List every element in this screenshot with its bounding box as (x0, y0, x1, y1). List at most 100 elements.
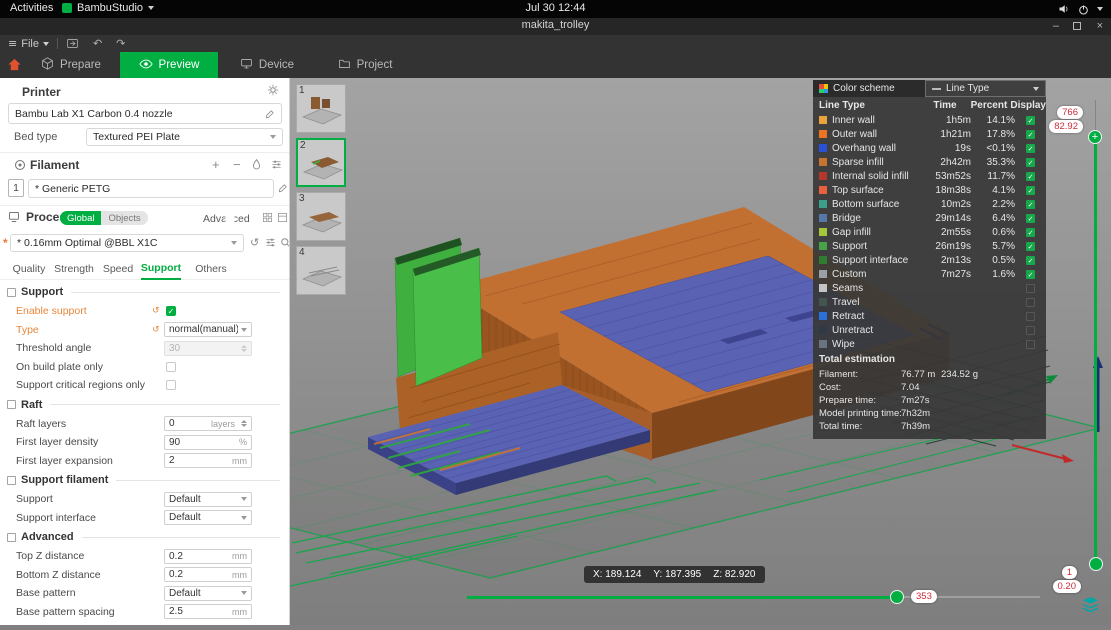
layer-slider-range[interactable] (1094, 144, 1097, 562)
checkbox[interactable] (166, 361, 176, 372)
param-tab-others[interactable]: Others (194, 258, 228, 280)
activities-button[interactable]: Activities (10, 2, 53, 14)
plate-thumbnail-1[interactable]: 1 (296, 84, 346, 133)
layer-slider-top-handle[interactable]: + (1088, 130, 1102, 144)
select-field[interactable]: Default (164, 585, 252, 601)
tab-preview[interactable]: Preview (120, 52, 218, 78)
printer-settings-gear-icon[interactable] (267, 84, 279, 96)
undo-button[interactable]: ↶ (93, 37, 102, 50)
display-checkbox[interactable]: ✓ (1026, 213, 1035, 223)
input-field[interactable]: 0.2 mm (164, 548, 252, 564)
process-preset-select[interactable]: * 0.16mm Optimal @BBL X1C (10, 234, 244, 252)
tab-label: Preview (158, 59, 200, 71)
process-scope-toggle[interactable]: Global Objects (60, 211, 148, 225)
display-cell: ✓ (1015, 255, 1046, 265)
move-slider-progress[interactable] (467, 595, 897, 599)
spinner-arrows[interactable] (241, 420, 247, 428)
input-field[interactable]: 90% (164, 434, 252, 450)
tab-project[interactable]: Project (316, 52, 414, 78)
layer-slider-bottom-handle[interactable] (1089, 557, 1103, 571)
display-checkbox[interactable]: ✓ (1026, 199, 1035, 209)
display-checkbox[interactable]: ✓ (1026, 185, 1035, 195)
bed-type-select[interactable]: Textured PEI Plate (86, 128, 283, 146)
display-checkbox[interactable] (1026, 283, 1035, 293)
select-field[interactable]: Default (164, 510, 252, 526)
checkbox[interactable] (166, 380, 176, 391)
filament-settings-icon[interactable] (271, 159, 282, 170)
search-icon[interactable] (280, 237, 289, 248)
spinner-arrows[interactable] (241, 344, 247, 352)
param-tab-strength[interactable]: Strength (52, 258, 96, 280)
display-checkbox[interactable] (1026, 325, 1035, 335)
param-tab-quality[interactable]: Quality (10, 258, 48, 280)
setting-row: Bottom Z distance 0.2 mm (0, 566, 289, 585)
edit-pencil-icon[interactable] (265, 109, 275, 119)
open-project-button[interactable] (66, 37, 79, 50)
spin-field[interactable]: 30 (164, 340, 252, 356)
input-field[interactable]: 2.5 mm (164, 604, 252, 620)
printer-select[interactable]: Bambu Lab X1 Carbon 0.4 nozzle (8, 103, 282, 124)
display-checkbox[interactable]: ✓ (1026, 143, 1035, 153)
display-checkbox[interactable]: ✓ (1026, 255, 1035, 265)
display-checkbox[interactable]: ✓ (1026, 171, 1035, 181)
display-checkbox[interactable] (1026, 339, 1035, 349)
printer-section-title: Printer (22, 85, 61, 99)
input-field[interactable]: 0.2 mm (164, 567, 252, 583)
layers-icon[interactable] (1082, 596, 1099, 618)
display-checkbox[interactable]: ✓ (1026, 115, 1035, 125)
color-scheme-tab[interactable]: Color scheme (813, 80, 925, 97)
select-field[interactable]: Default (164, 491, 252, 507)
reset-to-default-icon[interactable]: ↺ (152, 325, 164, 335)
edit-filament-pencil-icon[interactable] (278, 183, 288, 193)
filament-select[interactable]: * Generic PETG (28, 179, 274, 198)
grid-icon[interactable] (262, 212, 273, 223)
select-field[interactable]: normal(manual) (164, 322, 252, 338)
window-title-bar: makita_trolley – × (0, 18, 1111, 35)
home-tab[interactable] (7, 57, 22, 77)
line-type-time: 10m2s (940, 198, 971, 210)
file-menu[interactable]: ≡ File (8, 37, 49, 50)
reset-to-default-icon[interactable]: ↺ (152, 306, 164, 316)
display-checkbox[interactable]: ✓ (1026, 269, 1035, 279)
plate-thumbnail-2[interactable]: 2 (296, 138, 346, 187)
add-filament-button[interactable]: + (212, 157, 220, 172)
plate-thumbnail-4[interactable]: 4 (296, 246, 346, 295)
input-value: 0.2 (169, 569, 183, 581)
filament-index-badge[interactable]: 1 (8, 179, 24, 197)
input-field[interactable]: 2 mm (164, 453, 252, 469)
plate-mini-preview (298, 157, 346, 190)
display-checkbox[interactable] (1026, 297, 1035, 307)
z-label: Z: (713, 569, 723, 580)
minimize-button[interactable]: – (1053, 19, 1059, 34)
move-slider-handle[interactable] (890, 590, 904, 604)
param-tab-support[interactable]: Support (141, 258, 181, 280)
total-estimation: Total estimation Filament: 76.77 m 234.52 … (813, 351, 1046, 439)
display-checkbox[interactable]: ✓ (1026, 129, 1035, 139)
system-tray[interactable] (1058, 0, 1103, 18)
display-checkbox[interactable] (1026, 311, 1035, 321)
tab-prepare[interactable]: Prepare (22, 52, 120, 78)
view-type-select[interactable]: Line Type (925, 80, 1046, 97)
app-menu[interactable]: BambuStudio (62, 2, 155, 14)
plate-thumbnail-3[interactable]: 3 (296, 192, 346, 241)
remove-filament-button[interactable]: − (233, 157, 241, 172)
clock[interactable]: Jul 30 12:44 (526, 2, 586, 14)
spin-field[interactable]: 0 layers (164, 416, 252, 432)
checkbox[interactable]: ✓ (166, 306, 176, 317)
redo-button[interactable]: ↷ (116, 37, 125, 50)
tab-device[interactable]: Device (218, 52, 316, 78)
param-tab-speed[interactable]: Speed (102, 258, 134, 280)
objects-toggle[interactable]: Objects (101, 211, 148, 225)
reset-preset-icon[interactable]: ↺ (250, 236, 259, 249)
display-checkbox[interactable]: ✓ (1026, 157, 1035, 167)
preset-settings-icon[interactable] (265, 237, 276, 248)
group-icon (7, 532, 16, 542)
global-toggle[interactable]: Global (60, 211, 102, 225)
flush-volumes-icon[interactable] (251, 159, 262, 170)
display-checkbox[interactable]: ✓ (1026, 241, 1035, 251)
maximize-button[interactable] (1073, 19, 1081, 35)
line-type-swatch (819, 172, 827, 180)
panel-icon[interactable] (277, 212, 288, 223)
close-button[interactable]: × (1097, 19, 1103, 34)
display-checkbox[interactable]: ✓ (1026, 227, 1035, 237)
